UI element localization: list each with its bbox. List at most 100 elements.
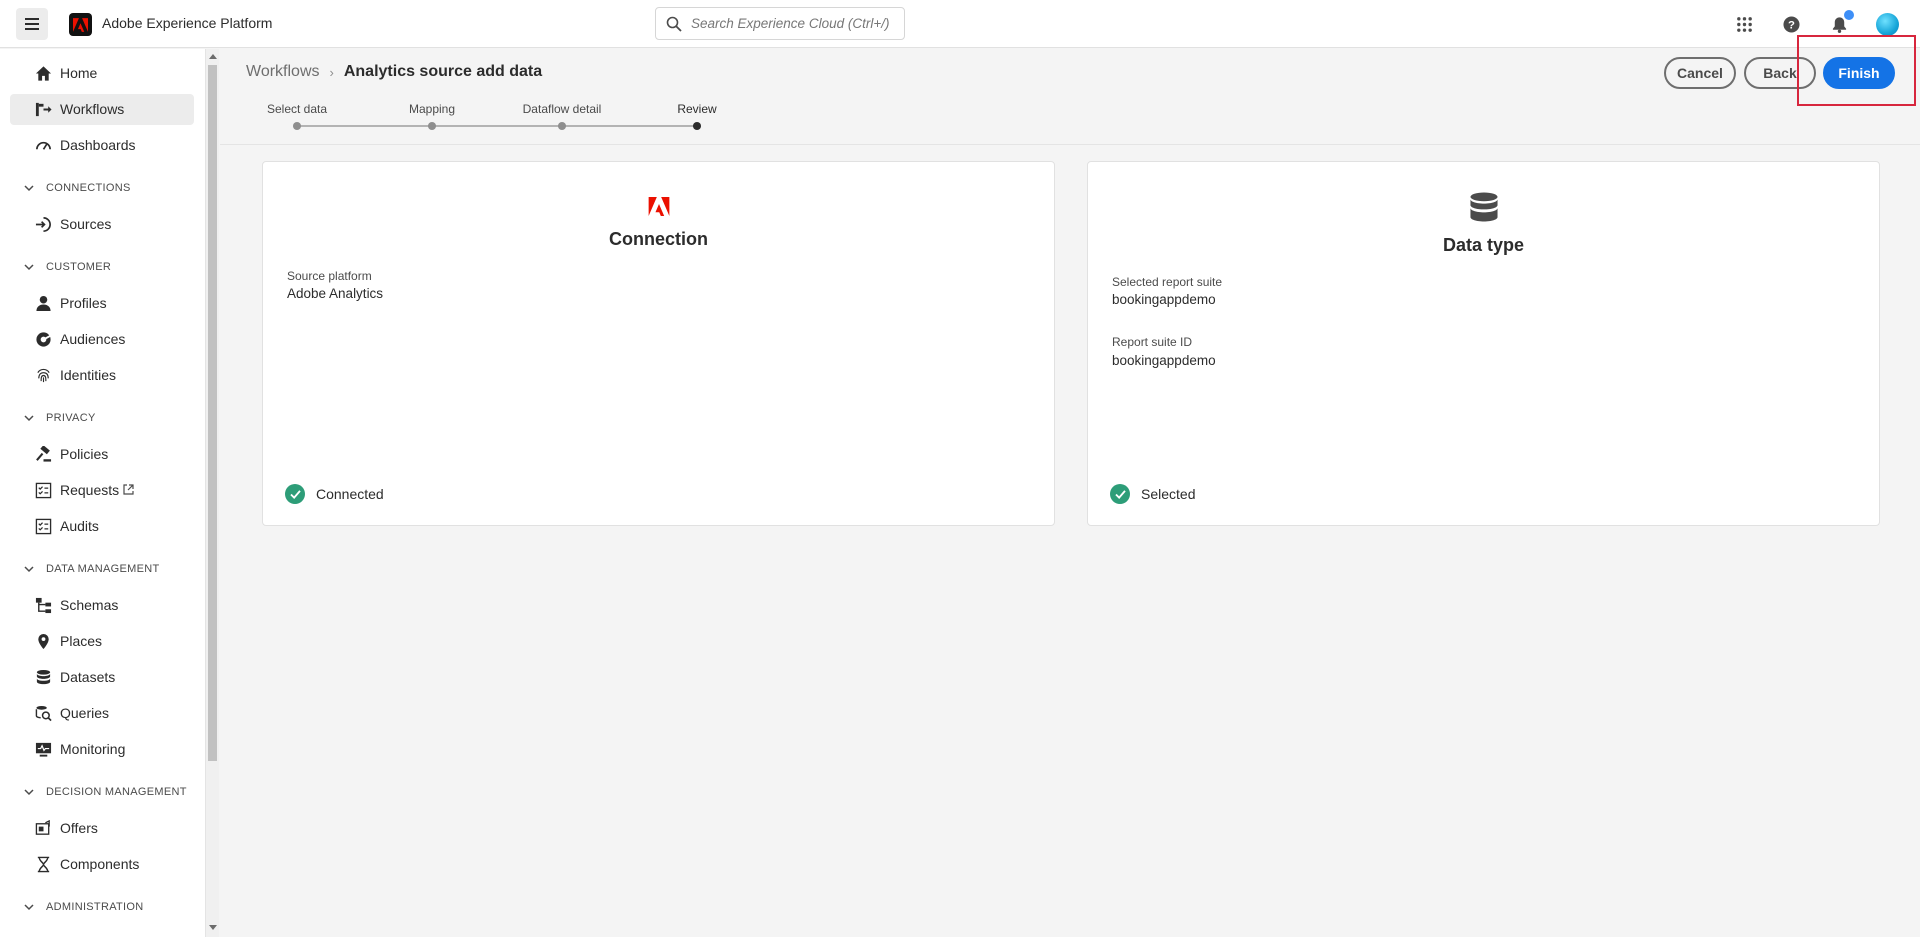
schema-icon xyxy=(35,597,52,614)
chevron-down-icon xyxy=(24,414,34,421)
sidebar-item-label: Requests xyxy=(60,482,120,498)
app-title[interactable]: Adobe Experience Platform xyxy=(102,15,272,31)
sidebar-item-offers[interactable]: Offers xyxy=(10,813,194,844)
avatar[interactable] xyxy=(1876,13,1899,36)
sidebar-item-label: Queries xyxy=(60,705,110,721)
pin-icon xyxy=(35,633,52,650)
data-type-status-text: Selected xyxy=(1141,486,1196,502)
search-input[interactable] xyxy=(691,16,891,31)
sidebar-item-label: Home xyxy=(60,65,98,81)
search-box[interactable] xyxy=(655,7,905,40)
sidebar-item-policies[interactable]: Policies xyxy=(10,439,194,470)
step-label-review: Review xyxy=(677,102,717,116)
sidebar-item-dashboards[interactable]: Dashboards xyxy=(10,130,194,161)
menu-toggle-button[interactable] xyxy=(16,8,48,40)
home-icon xyxy=(35,65,52,82)
scrollbar-thumb[interactable] xyxy=(208,65,217,761)
section-data-management[interactable]: DATA MANAGEMENT xyxy=(24,563,160,575)
sidebar-item-label: Offers xyxy=(60,820,98,836)
selected-report-suite-label: Selected report suite xyxy=(1112,275,1223,289)
cancel-button[interactable]: Cancel xyxy=(1664,57,1736,89)
checkmark-circle-icon xyxy=(285,484,305,504)
bell-icon[interactable] xyxy=(1828,10,1854,35)
sidebar-item-places[interactable]: Places xyxy=(10,626,194,657)
step-label-dataflow-detail: Dataflow detail xyxy=(522,102,602,116)
section-customer[interactable]: CUSTOMER xyxy=(24,261,111,273)
checkmark-circle-icon xyxy=(1110,484,1130,504)
section-label: DATA MANAGEMENT xyxy=(46,563,160,575)
sidebar-item-label: Datasets xyxy=(60,669,116,685)
sidebar-item-queries[interactable]: Queries xyxy=(10,698,194,729)
audiences-icon xyxy=(35,331,52,348)
search-icon xyxy=(666,16,682,32)
stepper-track xyxy=(297,125,697,127)
sidebar: Home Workflows Dashboards CONNECTIONS So… xyxy=(0,49,205,937)
step-marker-select-data xyxy=(293,122,301,130)
sidebar-item-audiences[interactable]: Audiences xyxy=(10,324,194,355)
sidebar-item-label: Sources xyxy=(60,216,112,232)
top-bar: Adobe Experience Platform ? xyxy=(0,0,1920,48)
help-icon[interactable]: ? xyxy=(1780,13,1802,35)
sidebar-item-requests[interactable]: Requests xyxy=(10,475,194,506)
connection-card-title: Connection xyxy=(609,229,708,249)
header-divider xyxy=(220,144,1920,145)
database-icon xyxy=(1469,192,1498,228)
breadcrumb: Workflows › Analytics source add data xyxy=(246,63,542,81)
breadcrumb-workflows-link[interactable]: Workflows xyxy=(246,63,320,81)
database-icon xyxy=(35,669,52,686)
connection-status-text: Connected xyxy=(316,486,384,502)
sidebar-item-workflows[interactable]: Workflows xyxy=(10,94,194,125)
sidebar-item-profiles[interactable]: Profiles xyxy=(10,288,194,319)
profile-icon xyxy=(35,295,52,312)
sidebar-item-components[interactable]: Components xyxy=(10,849,194,880)
report-suite-id-value: bookingappdemo xyxy=(1112,353,1216,368)
sidebar-item-label: Schemas xyxy=(60,597,119,613)
fingerprint-icon xyxy=(35,367,52,384)
data-type-card: Data type Selected report suite bookinga… xyxy=(1087,161,1880,526)
query-icon xyxy=(35,705,52,722)
scroll-down-arrow-icon[interactable] xyxy=(209,925,217,930)
notification-badge xyxy=(1844,10,1854,20)
sidebar-item-home[interactable]: Home xyxy=(10,58,194,89)
step-marker-review xyxy=(693,122,701,130)
selected-report-suite-value: bookingappdemo xyxy=(1112,292,1216,307)
checklist-icon xyxy=(35,518,52,535)
sidebar-item-label: Places xyxy=(60,633,103,649)
offers-icon xyxy=(35,820,52,837)
sidebar-item-label: Audits xyxy=(60,518,99,534)
chevron-down-icon xyxy=(24,565,34,572)
adobe-logo-icon[interactable] xyxy=(69,13,92,36)
step-marker-mapping xyxy=(428,122,436,130)
connection-status: Connected xyxy=(285,484,384,504)
section-administration[interactable]: ADMINISTRATION xyxy=(24,901,144,913)
section-privacy[interactable]: PRIVACY xyxy=(24,412,96,424)
svg-text:?: ? xyxy=(1788,19,1795,31)
apps-grid-icon[interactable] xyxy=(1733,13,1755,35)
chevron-down-icon xyxy=(24,184,34,191)
sidebar-item-identities[interactable]: Identities xyxy=(10,360,194,391)
sidebar-item-label: Dashboards xyxy=(60,137,136,153)
sources-icon xyxy=(35,216,52,233)
section-label: PRIVACY xyxy=(46,412,96,424)
sidebar-item-monitoring[interactable]: Monitoring xyxy=(10,734,194,765)
sidebar-item-label: Profiles xyxy=(60,295,107,311)
source-platform-value: Adobe Analytics xyxy=(287,286,384,301)
sidebar-item-audits[interactable]: Audits xyxy=(10,511,194,542)
sidebar-item-label: Monitoring xyxy=(60,741,126,757)
section-label: DECISION MANAGEMENT xyxy=(46,786,187,798)
sidebar-scrollbar[interactable] xyxy=(205,49,219,937)
monitor-icon xyxy=(35,741,52,758)
chevron-down-icon xyxy=(24,788,34,795)
sidebar-item-schemas[interactable]: Schemas xyxy=(10,590,194,621)
step-marker-dataflow-detail xyxy=(558,122,566,130)
section-decision-management[interactable]: DECISION MANAGEMENT xyxy=(24,786,187,798)
sidebar-item-label: Components xyxy=(60,856,140,872)
adobe-logo-icon xyxy=(648,197,669,221)
step-label-select-data: Select data xyxy=(266,102,328,116)
gavel-icon xyxy=(35,446,52,463)
step-label-mapping: Mapping xyxy=(408,102,456,116)
section-connections[interactable]: CONNECTIONS xyxy=(24,182,131,194)
sidebar-item-datasets[interactable]: Datasets xyxy=(10,662,194,693)
sidebar-item-sources[interactable]: Sources xyxy=(10,209,194,240)
scroll-up-arrow-icon[interactable] xyxy=(209,54,217,59)
